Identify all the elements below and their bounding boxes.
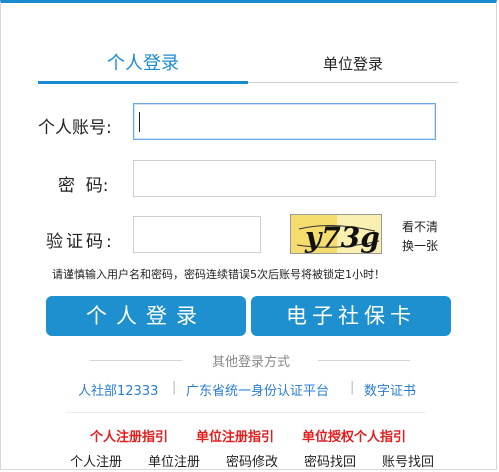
tab-unit-login[interactable]: 单位登录: [248, 46, 458, 82]
social-security-card-button[interactable]: 电子社保卡: [251, 296, 451, 336]
unit-register-link[interactable]: 单位注册: [148, 455, 200, 470]
unit-authorize-personal-guide-link[interactable]: 单位授权个人指引: [302, 430, 406, 445]
password-recovery-link[interactable]: 密码找回: [304, 455, 356, 470]
captcha-graphic: y73g: [291, 215, 381, 254]
divider-line-left: [90, 360, 182, 361]
other-login-divider: 其他登录方式: [90, 351, 410, 371]
password-input[interactable]: [133, 160, 436, 197]
personal-registration-guide-link[interactable]: 个人注册指引: [90, 430, 168, 445]
account-label: 个人账号:: [38, 118, 112, 138]
unit-registration-guide-link[interactable]: 单位注册指引: [196, 430, 274, 445]
tab-personal-login[interactable]: 个人登录: [38, 46, 248, 82]
password-label: 密 码:: [58, 176, 109, 196]
refresh-line-1: 看不清: [401, 220, 438, 234]
account-input[interactable]: [133, 103, 436, 140]
refresh-line-2: 换一张: [401, 239, 438, 253]
refresh-captcha-link[interactable]: 看不清 换一张: [398, 218, 442, 256]
link-mohrss-12333[interactable]: 人社部12333: [78, 384, 158, 399]
text-caret: [139, 112, 140, 132]
captcha-image[interactable]: y73g: [290, 214, 382, 254]
captcha-input[interactable]: [133, 216, 261, 253]
login-tabs: 个人登录 单位登录: [38, 46, 458, 84]
link-separator: |: [172, 380, 177, 395]
tab-active-indicator: [38, 81, 248, 84]
other-login-title: 其他登录方式: [211, 355, 290, 370]
divider-line-right: [318, 360, 410, 361]
link-separator: |: [350, 380, 355, 395]
link-digital-certificate[interactable]: 数字证书: [364, 384, 416, 399]
password-change-link[interactable]: 密码修改: [226, 455, 278, 470]
account-recovery-link[interactable]: 账号找回: [382, 455, 434, 470]
lock-warning-notice: 请谨慎输入用户名和密码，密码连续错误5次后账号将被锁定1小时！: [52, 268, 385, 281]
captcha-label: 验证码:: [46, 232, 115, 252]
section-divider: [66, 412, 426, 413]
personal-login-button[interactable]: 个人登录: [46, 296, 246, 336]
personal-register-link[interactable]: 个人注册: [70, 455, 122, 470]
captcha-text: y73g: [304, 221, 380, 254]
link-guangdong-identity-platform[interactable]: 广东省统一身份认证平台: [186, 384, 329, 399]
